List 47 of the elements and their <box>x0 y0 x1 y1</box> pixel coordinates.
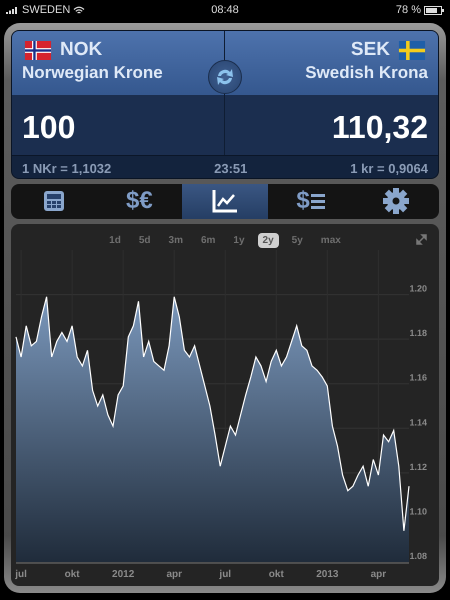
chart-tab[interactable] <box>182 184 268 219</box>
y-axis-label: 1.16 <box>409 372 427 383</box>
currency-name: Norwegian Krone <box>22 63 164 83</box>
currency-code[interactable]: SEK <box>350 39 390 61</box>
currency-name: Swedish Krona <box>305 63 428 83</box>
update-time: 23:51 <box>214 161 248 176</box>
exchange-rate: 1 NKr = 1,1032 <box>22 161 112 176</box>
x-axis-label: 2012 <box>112 569 134 580</box>
amount-input[interactable]: 100 <box>22 109 214 146</box>
period-tab[interactable]: 1y <box>228 232 250 248</box>
clock-time: 08:48 <box>211 4 239 16</box>
x-axis-label: okt <box>268 569 284 580</box>
y-axis-label: 1.18 <box>409 328 427 338</box>
period-tab[interactable]: 5d <box>134 232 156 248</box>
x-axis-label: jul <box>219 569 232 580</box>
exchange-rate: 1 kr = 0,9064 <box>350 161 428 176</box>
y-axis-label: 1.20 <box>409 284 427 294</box>
signal-icon <box>6 6 19 14</box>
period-tab[interactable]: 3m <box>164 232 188 248</box>
x-axis-label: apr <box>166 569 182 580</box>
y-axis-label: 1.14 <box>409 417 427 428</box>
rates-list-tab[interactable]: $ <box>268 184 354 219</box>
period-tab[interactable]: 1d <box>104 232 126 248</box>
x-axis-label: okt <box>64 569 80 580</box>
period-tab[interactable]: 6m <box>196 232 220 248</box>
period-tab[interactable]: max <box>316 232 346 248</box>
y-axis-label: 1.12 <box>409 462 427 472</box>
y-axis-label: 1.10 <box>409 506 427 516</box>
x-axis-label: 2013 <box>316 569 338 580</box>
x-axis-label: jul <box>15 569 27 580</box>
wifi-icon <box>73 6 86 14</box>
carrier-name: SWEDEN <box>22 4 70 16</box>
flag-icon <box>396 40 428 60</box>
battery-percent: 78 % <box>396 4 421 16</box>
converted-amount: 110,32 <box>332 109 428 146</box>
calculator-icon <box>42 190 65 212</box>
currencies-tab[interactable]: $€ <box>96 184 182 219</box>
period-tab[interactable]: 2y <box>258 232 279 248</box>
settings-icon <box>383 188 410 214</box>
expand-icon[interactable] <box>416 234 427 245</box>
currency-code[interactable]: NOK <box>60 39 102 61</box>
chart-icon <box>212 189 238 214</box>
flag-icon <box>22 40 54 60</box>
period-tab[interactable]: 5y <box>286 232 308 248</box>
x-axis-label: apr <box>370 569 386 580</box>
y-axis-label: 1.08 <box>409 551 427 561</box>
battery-icon <box>424 6 444 14</box>
